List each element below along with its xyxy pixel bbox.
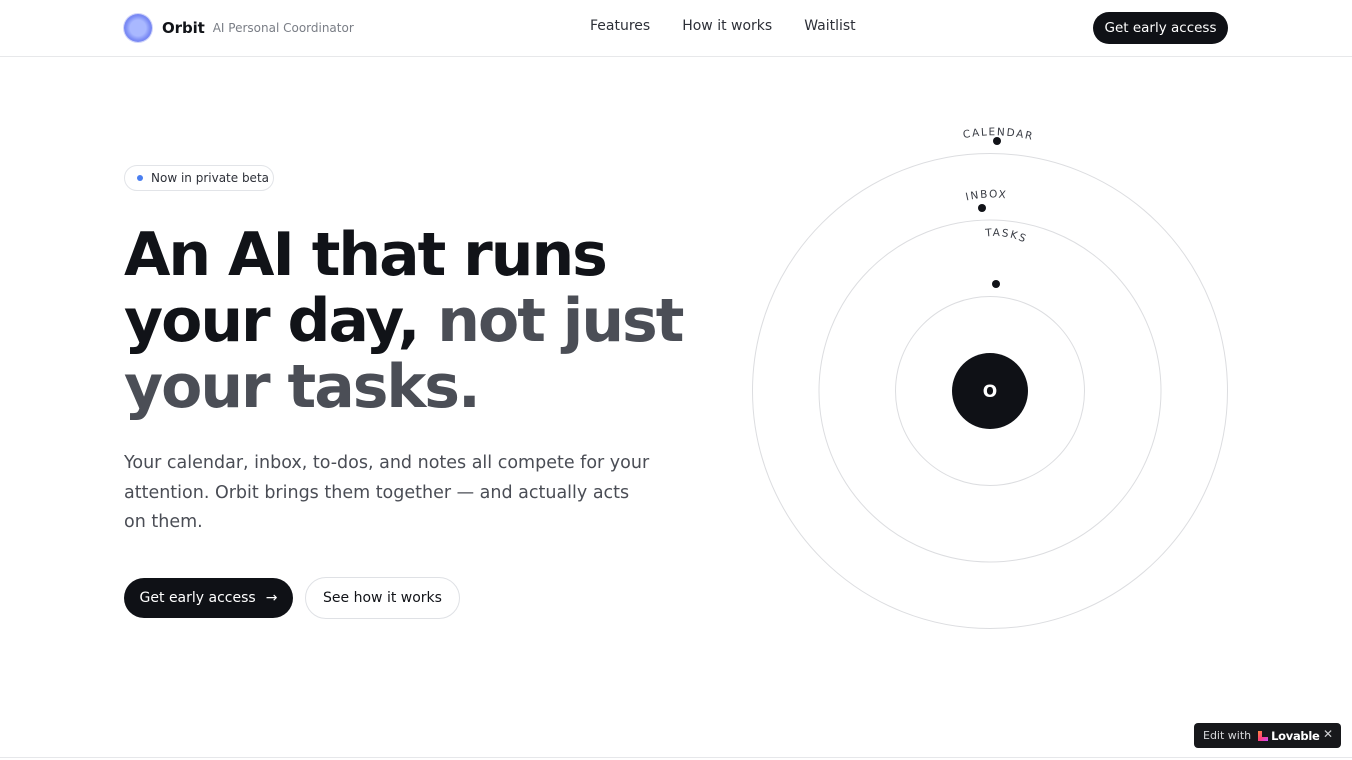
see-how-it-works-button[interactable]: See how it works [305,577,460,619]
brand-name: Orbit [162,19,205,37]
orbit-diagram: TASKS INBOX CALENDAR O [752,126,1228,629]
orbit-label-tasks: TASKS [984,227,1029,246]
orbit-label-inbox: INBOX [965,188,1008,203]
brand[interactable]: Orbit AI Personal Coordinator [124,14,354,42]
private-beta-badge: Now in private beta [124,165,274,191]
orbit-core-letter: O [983,382,997,402]
main-nav: Features How it works Waitlist [590,18,856,34]
top-navbar: Orbit AI Personal Coordinator Features H… [0,0,1352,57]
lovable-brand-label: Lovable [1271,728,1320,743]
nav-link-how-it-works[interactable]: How it works [682,18,772,34]
header-get-early-access-button[interactable]: Get early access [1093,12,1228,44]
status-dot-icon [137,175,143,181]
get-early-access-button[interactable]: Get early access → [124,578,293,618]
close-icon[interactable]: ✕ [1323,727,1333,741]
arrow-right-icon: → [265,590,278,606]
badge-label: Now in private beta [151,171,270,185]
divider [0,757,1352,758]
get-early-access-label: Get early access [139,590,256,606]
lovable-heart-icon [1258,730,1269,741]
edit-with-lovable-badge[interactable]: Edit with Lovable ✕ [1194,723,1341,748]
orbit-logo-icon [124,14,152,42]
hero-subtitle: Your calendar, inbox, to-dos, and notes … [124,453,650,532]
brand-tagline: AI Personal Coordinator [212,21,354,35]
nav-link-waitlist[interactable]: Waitlist [804,18,855,34]
orbit-node-tasks [992,280,1000,288]
hero-headline: An AI that runs your day, not just your … [124,222,684,420]
orbit-node-inbox [978,204,986,212]
nav-link-features[interactable]: Features [590,18,650,34]
edit-with-label: Edit with [1203,729,1252,742]
